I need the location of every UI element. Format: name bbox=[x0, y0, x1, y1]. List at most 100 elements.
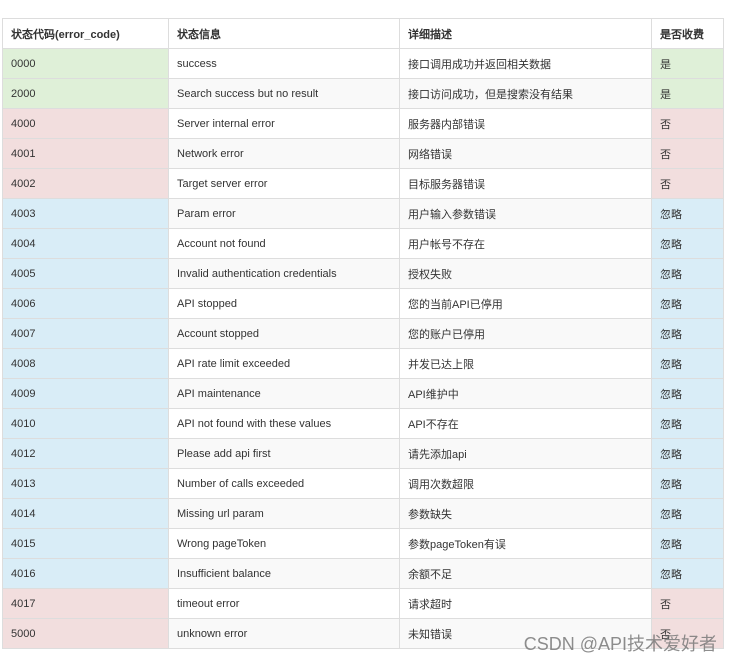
cell-code: 0000 bbox=[2, 48, 169, 79]
table-row: 2000 Search success but no result 接口访问成功，但… bbox=[2, 78, 724, 109]
cell-code: 4009 bbox=[2, 378, 169, 409]
cell-message: Wrong pageToken bbox=[168, 528, 400, 559]
cell-message: Number of calls exceeded bbox=[168, 468, 400, 499]
table-row: 4012 Please add api first 请先添加api 忽略 bbox=[2, 438, 724, 469]
cell-charged: 忽略 bbox=[651, 528, 724, 559]
cell-charged: 忽略 bbox=[651, 378, 724, 409]
table-row: 4009 API maintenance API维护中 忽略 bbox=[2, 378, 724, 409]
cell-message: Invalid authentication credentials bbox=[168, 258, 400, 289]
cell-charged: 是 bbox=[651, 78, 724, 109]
cell-description: 您的账户已停用 bbox=[399, 318, 652, 349]
cell-code: 4013 bbox=[2, 468, 169, 499]
cell-charged: 忽略 bbox=[651, 318, 724, 349]
table-row: 4004 Account not found 用户帐号不存在 忽略 bbox=[2, 228, 724, 259]
table-header-row: 状态代码(error_code) 状态信息 详细描述 是否收费 bbox=[2, 18, 724, 49]
cell-code: 4015 bbox=[2, 528, 169, 559]
cell-message: unknown error bbox=[168, 618, 400, 649]
cell-description: API维护中 bbox=[399, 378, 652, 409]
cell-code: 4010 bbox=[2, 408, 169, 439]
cell-description: 参数pageToken有误 bbox=[399, 528, 652, 559]
table-row: 4005 Invalid authentication credentials 授权… bbox=[2, 258, 724, 289]
cell-message: Please add api first bbox=[168, 438, 400, 469]
table-row: 4015 Wrong pageToken 参数pageToken有误 忽略 bbox=[2, 528, 724, 559]
cell-description: 您的当前API已停用 bbox=[399, 288, 652, 319]
header-error-code: 状态代码(error_code) bbox=[2, 18, 169, 49]
header-charged: 是否收费 bbox=[651, 18, 724, 49]
cell-message: API not found with these values bbox=[168, 408, 400, 439]
cell-message: Search success but no result bbox=[168, 78, 400, 109]
table-row: 4013 Number of calls exceeded 调用次数超限 忽略 bbox=[2, 468, 724, 499]
cell-description: 参数缺失 bbox=[399, 498, 652, 529]
cell-message: Server internal error bbox=[168, 108, 400, 139]
cell-message: Network error bbox=[168, 138, 400, 169]
cell-message: API maintenance bbox=[168, 378, 400, 409]
cell-code: 4002 bbox=[2, 168, 169, 199]
cell-description: 调用次数超限 bbox=[399, 468, 652, 499]
cell-code: 4014 bbox=[2, 498, 169, 529]
table-row: 4010 API not found with these values API不存… bbox=[2, 408, 724, 439]
cell-description: 用户输入参数错误 bbox=[399, 198, 652, 229]
table-row: 4000 Server internal error 服务器内部错误否 bbox=[2, 108, 724, 139]
cell-charged: 忽略 bbox=[651, 198, 724, 229]
watermark: CSDN @API技术爱好者 bbox=[523, 634, 717, 654]
header-status-message: 状态信息 bbox=[168, 18, 400, 49]
cell-charged: 忽略 bbox=[651, 348, 724, 379]
table-row: 4014 Missing url param 参数缺失 忽略 bbox=[2, 498, 724, 529]
cell-charged: 否 bbox=[651, 588, 724, 619]
cell-code: 4012 bbox=[2, 438, 169, 469]
cell-charged: 忽略 bbox=[651, 558, 724, 589]
cell-charged: 否 bbox=[651, 138, 724, 169]
table-row: 4017 timeout error 请求超时否 bbox=[2, 588, 724, 619]
cell-code: 4006 bbox=[2, 288, 169, 319]
cell-message: Missing url param bbox=[168, 498, 400, 529]
table-row: 4008 API rate limit exceeded 并发已达上限 忽略 bbox=[2, 348, 724, 379]
cell-description: 授权失败 bbox=[399, 258, 652, 289]
table-row: 4016 Insufficient balance 余额不足 忽略 bbox=[2, 558, 724, 589]
cell-description: 余额不足 bbox=[399, 558, 652, 589]
cell-description: 网络错误 bbox=[399, 138, 652, 169]
cell-charged: 忽略 bbox=[651, 228, 724, 259]
cell-message: API stopped bbox=[168, 288, 400, 319]
cell-description: API不存在 bbox=[399, 408, 652, 439]
table-row: 4002 Target server error 目标服务器错误否 bbox=[2, 168, 724, 199]
cell-code: 4001 bbox=[2, 138, 169, 169]
cell-charged: 忽略 bbox=[651, 438, 724, 469]
cell-description: 服务器内部错误 bbox=[399, 108, 652, 139]
cell-code: 5000 bbox=[2, 618, 169, 649]
cell-description: 请先添加api bbox=[399, 438, 652, 469]
cell-code: 4008 bbox=[2, 348, 169, 379]
cell-description: 目标服务器错误 bbox=[399, 168, 652, 199]
error-code-table: 状态代码(error_code) 状态信息 详细描述 是否收费 0000 succ… bbox=[2, 18, 724, 649]
cell-code: 4017 bbox=[2, 588, 169, 619]
cell-description: 接口访问成功，但是搜索没有结果 bbox=[399, 78, 652, 109]
cell-code: 2000 bbox=[2, 78, 169, 109]
cell-message: Insufficient balance bbox=[168, 558, 400, 589]
cell-code: 4000 bbox=[2, 108, 169, 139]
cell-code: 4004 bbox=[2, 228, 169, 259]
cell-charged: 否 bbox=[651, 168, 724, 199]
cell-code: 4016 bbox=[2, 558, 169, 589]
cell-description: 接口调用成功并返回相关数据 bbox=[399, 48, 652, 79]
cell-code: 4005 bbox=[2, 258, 169, 289]
table-row: 0000 success 接口调用成功并返回相关数据是 bbox=[2, 48, 724, 79]
cell-message: timeout error bbox=[168, 588, 400, 619]
cell-charged: 忽略 bbox=[651, 408, 724, 439]
cell-charged: 忽略 bbox=[651, 498, 724, 529]
cell-message: Param error bbox=[168, 198, 400, 229]
cell-description: 并发已达上限 bbox=[399, 348, 652, 379]
table-body: 0000 success 接口调用成功并返回相关数据是 2000 Search succ… bbox=[2, 48, 724, 649]
cell-message: Account not found bbox=[168, 228, 400, 259]
cell-charged: 忽略 bbox=[651, 288, 724, 319]
cell-code: 4007 bbox=[2, 318, 169, 349]
cell-description: 请求超时 bbox=[399, 588, 652, 619]
table-row: 4006 API stopped 您的当前API已停用 忽略 bbox=[2, 288, 724, 319]
cell-charged: 忽略 bbox=[651, 468, 724, 499]
cell-charged: 否 bbox=[651, 108, 724, 139]
cell-message: success bbox=[168, 48, 400, 79]
cell-code: 4003 bbox=[2, 198, 169, 229]
table-row: 4001 Network error 网络错误否 bbox=[2, 138, 724, 169]
cell-charged: 是 bbox=[651, 48, 724, 79]
cell-message: Account stopped bbox=[168, 318, 400, 349]
cell-charged: 忽略 bbox=[651, 258, 724, 289]
table-row: 4003 Param error 用户输入参数错误 忽略 bbox=[2, 198, 724, 229]
